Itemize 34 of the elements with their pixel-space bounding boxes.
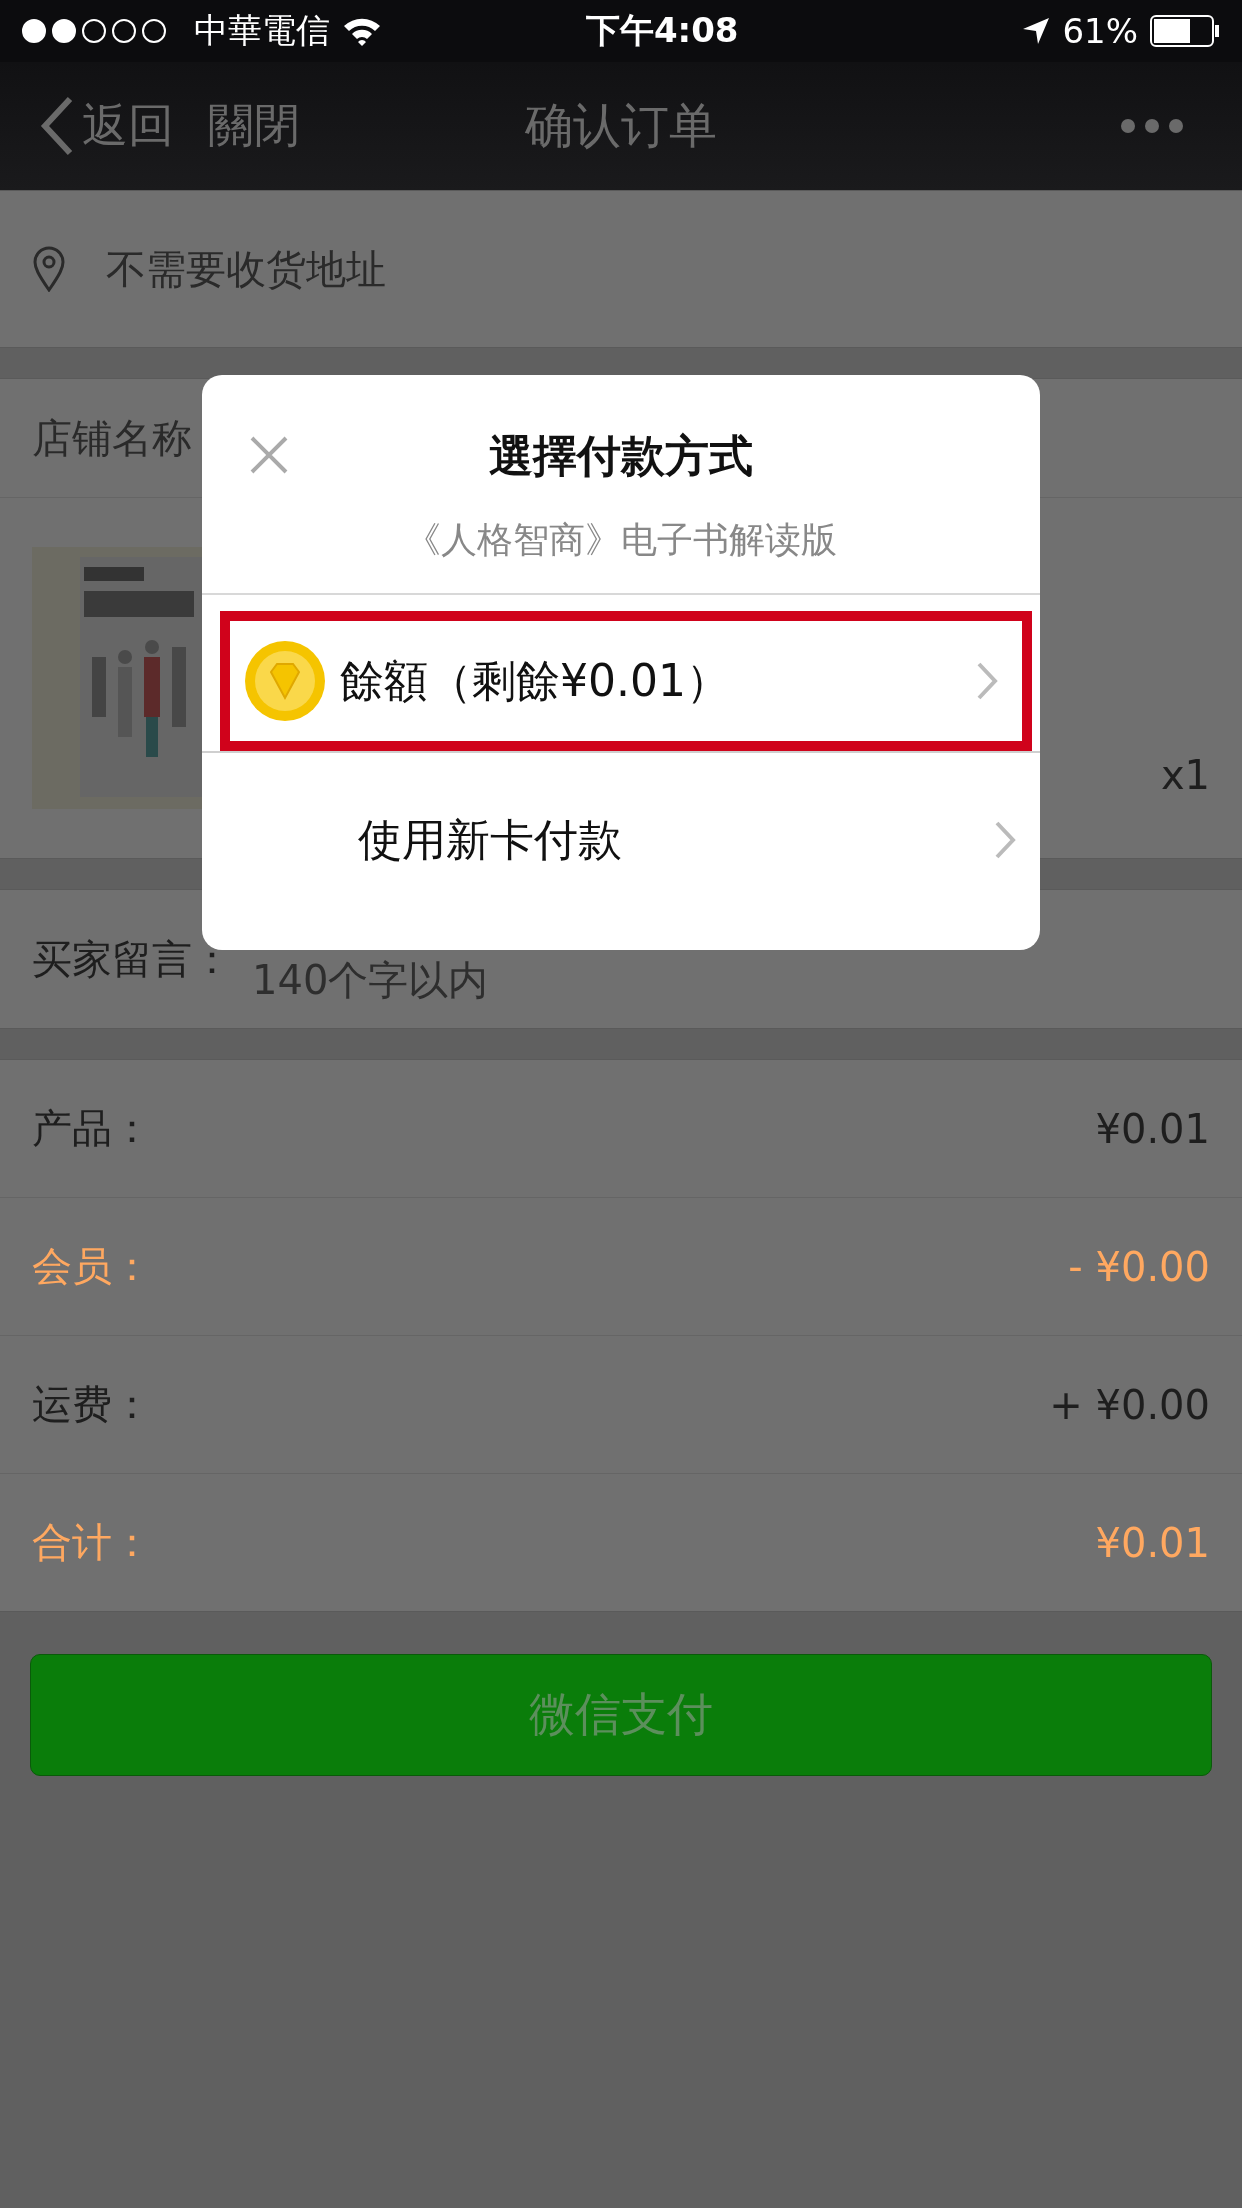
- product-quantity: x1: [1160, 752, 1210, 798]
- chevron-icon: [994, 820, 1016, 860]
- back-link[interactable]: 返回: [82, 95, 174, 157]
- close-link[interactable]: 關閉: [208, 95, 300, 157]
- summary-amount: ¥0.01: [1095, 1519, 1210, 1566]
- wifi-icon: [342, 16, 382, 46]
- summary-label: 合计：: [32, 1518, 152, 1567]
- page-title: 确认订单: [525, 96, 717, 155]
- close-icon[interactable]: [249, 435, 289, 475]
- diamond-coin-icon: [244, 640, 326, 722]
- location-icon: [1022, 17, 1051, 45]
- dialog-title: 選擇付款方式: [489, 429, 753, 483]
- payment-option[interactable]: 餘額（剩餘¥0.01）: [220, 611, 1032, 751]
- address-note: 不需要收货地址: [106, 244, 386, 294]
- option-label: 餘額（剩餘¥0.01）: [340, 653, 730, 708]
- clock-time: 下午4:08: [585, 9, 739, 52]
- shop-name: 店铺名称: [32, 413, 192, 463]
- dialog-subtitle: 《人格智商》电子书解读版: [405, 518, 837, 562]
- battery-percent: 61%: [1062, 11, 1138, 51]
- payment-option[interactable]: 使用新卡付款: [202, 751, 1040, 927]
- summary-amount: + ¥0.00: [1049, 1381, 1210, 1428]
- summary-label: 会员：: [32, 1242, 152, 1291]
- battery-icon: [1150, 15, 1220, 47]
- message-label: 买家留言：: [32, 934, 232, 984]
- chevron-icon: [976, 661, 998, 701]
- location-pin-icon: [32, 246, 66, 292]
- summary-label: 运费：: [32, 1380, 152, 1429]
- summary-label: 产品：: [32, 1104, 152, 1153]
- back-icon[interactable]: [40, 96, 74, 156]
- carrier-name: 中華電信: [194, 9, 330, 52]
- option-label: 使用新卡付款: [358, 812, 622, 867]
- summary-amount: - ¥0.00: [1068, 1243, 1210, 1290]
- more-icon[interactable]: [1120, 118, 1184, 134]
- summary-amount: ¥0.01: [1095, 1105, 1210, 1152]
